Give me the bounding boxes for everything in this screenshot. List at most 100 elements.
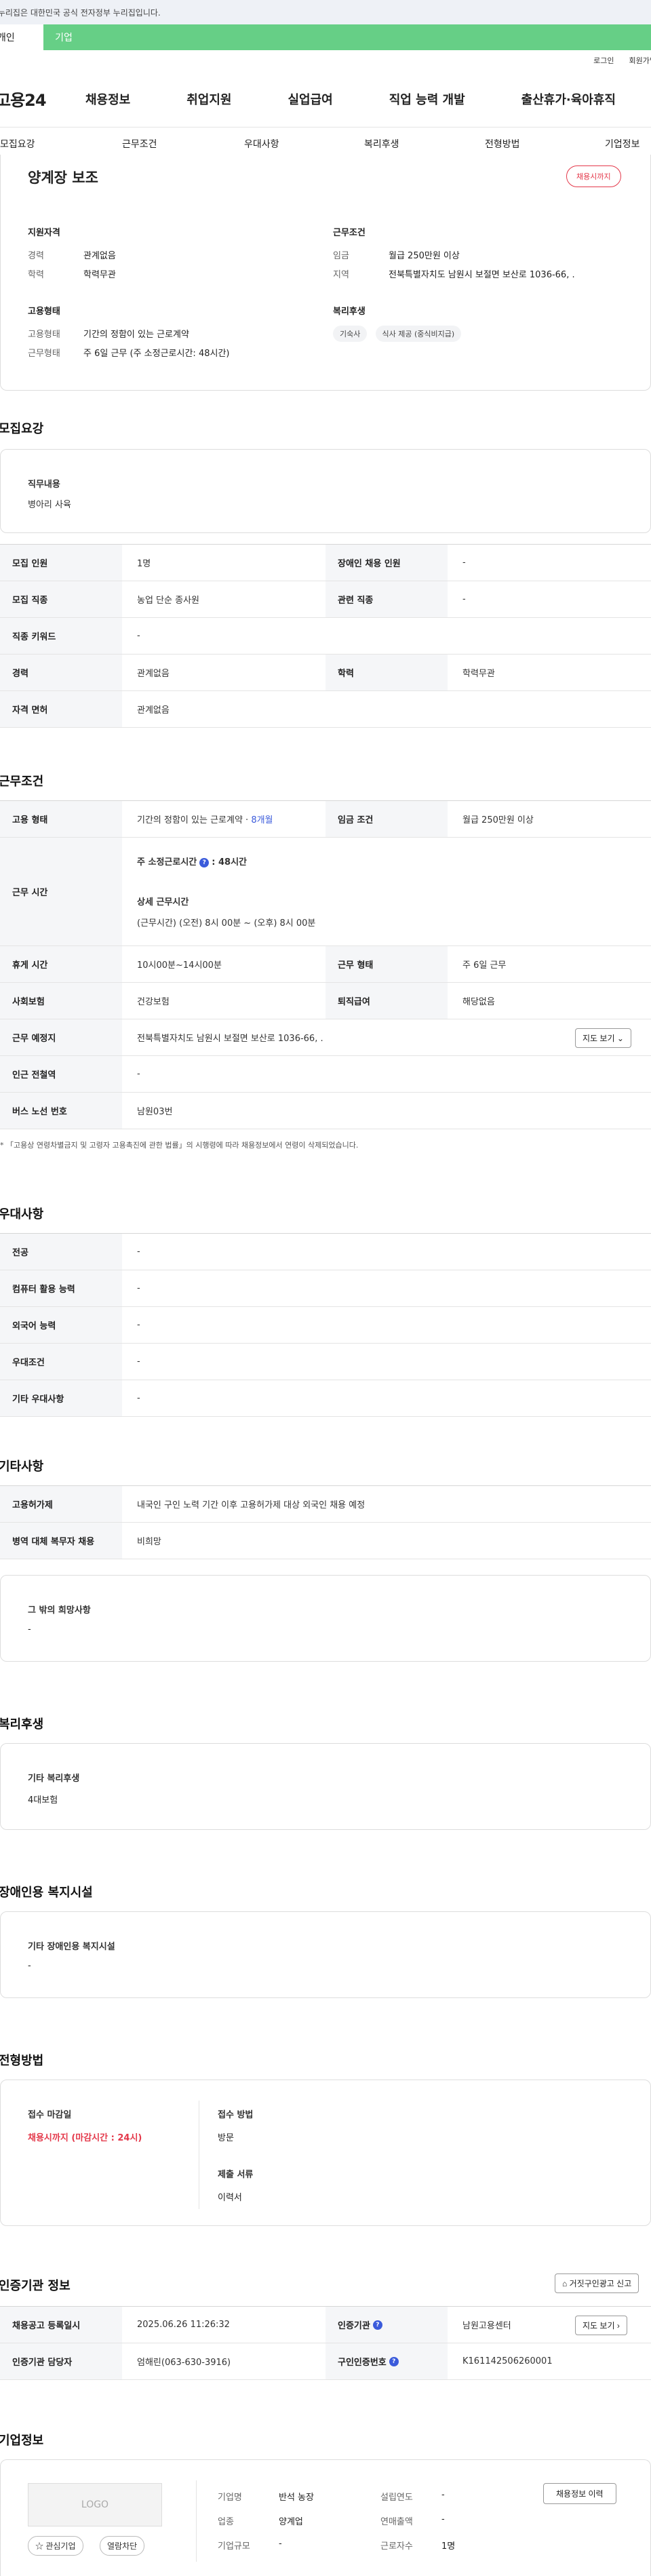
- nav-item-skill-development[interactable]: 직업 능력 개발: [389, 90, 465, 108]
- util-links: 로그인 회원가입: [0, 50, 651, 71]
- duty-card: 직무내용 병아리 사육: [0, 449, 651, 533]
- company-title: 기업정보: [0, 2434, 44, 2448]
- age-notice: * 「고용상 연령차별금지 및 고령자 고용촉진에 관한 법률」의 시행령에 따…: [0, 1141, 359, 1150]
- conditions-row-wage: 임금 월급 250만원 이상: [333, 251, 460, 261]
- docs-value: 이력서: [218, 2193, 242, 2203]
- welfare-heading: 복리후생: [333, 307, 366, 317]
- table-row: 채용공고 등록일시 2025.06.26 11:26:32 인증기관? 남원고용…: [0, 2307, 651, 2343]
- table-row: 사회보험 건강보험 퇴직급여 해당없음: [0, 983, 651, 1019]
- duty-heading: 직무내용: [28, 480, 60, 490]
- company-row: 업종 양계업: [218, 2517, 303, 2527]
- main-nav: 고용24 채용정보 취업지원 실업급여 직업 능력 개발 출산휴가·육아휴직: [0, 71, 651, 128]
- table-row: 인근 전철역 -: [0, 1056, 651, 1093]
- job-history-button[interactable]: 채용정보 이력: [543, 2483, 616, 2504]
- docs-heading: 제출 서류: [218, 2170, 254, 2180]
- map-button[interactable]: 지도 보기 ⌄: [575, 1028, 631, 1048]
- employment-row-shift: 근무형태 주 6일 근무 (주 소정근로시간: 48시간): [28, 349, 230, 359]
- qualification-row-education: 학력 학력무관: [28, 270, 116, 280]
- table-row: 경력 관계없음 학력 학력무관: [0, 655, 651, 691]
- main-nav-items: 채용정보 취업지원 실업급여 직업 능력 개발 출산휴가·육아휴직: [85, 90, 616, 108]
- info-icon[interactable]: ?: [199, 857, 210, 867]
- company-row: 기업명 반석 농장: [218, 2493, 314, 2503]
- wish-value: -: [28, 1624, 31, 1635]
- report-button[interactable]: ⌂ 거짓구인광고 신고: [555, 2273, 639, 2293]
- method-value: 방문: [218, 2133, 234, 2143]
- tab-company[interactable]: 기업: [43, 24, 84, 50]
- company-row: 기업규모 -: [218, 2539, 282, 2552]
- section-nav-selection[interactable]: 전형방법: [485, 137, 520, 151]
- disability-value: -: [28, 1961, 31, 1971]
- recruit-title: 모집요강: [0, 422, 44, 436]
- duty-text: 병아리 사육: [28, 500, 71, 510]
- welfare-chip: 기숙사: [333, 326, 368, 342]
- site-logo[interactable]: 고용24: [0, 87, 47, 111]
- table-row: 우대조건 -: [0, 1344, 651, 1380]
- wish-card: 그 밖의 희망사항 -: [0, 1575, 651, 1662]
- employment-row-type: 고용형태 기간의 정함이 있는 근로계약: [28, 330, 189, 340]
- interest-button[interactable]: ☆ 관심기업: [28, 2536, 83, 2556]
- disability-heading: 기타 장애인용 복지시설: [28, 1942, 115, 1952]
- info-icon[interactable]: ?: [389, 2356, 399, 2366]
- employment-heading: 고용형태: [28, 307, 60, 317]
- company-divider: [196, 2480, 197, 2562]
- deadline-heading: 접수 마감일: [28, 2110, 72, 2120]
- qualification-heading: 지원자격: [28, 228, 60, 238]
- nav-item-unemployment-benefit[interactable]: 실업급여: [288, 90, 333, 108]
- company-row: 연매출액 -: [380, 2514, 445, 2527]
- login-link[interactable]: 로그인: [593, 55, 614, 66]
- cert-table: 채용공고 등록일시 2025.06.26 11:26:32 인증기관? 남원고용…: [0, 2306, 651, 2380]
- preference-title: 우대사항: [0, 1207, 44, 1222]
- benefits-value: 4대보험: [28, 1795, 58, 1806]
- qualification-row-career: 경력 관계없음: [28, 251, 116, 261]
- section-nav-company[interactable]: 기업정보: [605, 137, 640, 151]
- nav-item-jobs[interactable]: 채용정보: [85, 90, 130, 108]
- table-row: 모집 직종 농업 단순 종사원 관련 직종 -: [0, 581, 651, 618]
- table-row: 직종 키워드 -: [0, 618, 651, 655]
- table-row: 기타 우대사항 -: [0, 1380, 651, 1417]
- conditions-row-region: 지역 전북특별자치도 남원시 보절면 보산로 1036-66, .: [333, 270, 575, 280]
- gov-banner-text: 이 누리집은 대한민국 공식 전자정부 누리집입니다.: [0, 7, 161, 18]
- benefits-card: 기타 복리후생 4대보험: [0, 1743, 651, 1830]
- signup-link[interactable]: 회원가입: [629, 55, 651, 66]
- hide-button[interactable]: 열람차단: [100, 2536, 145, 2556]
- table-row: 근무 시간 주 소정근로시간?: 48시간 상세 근무시간 (근무시간) (오전…: [0, 838, 651, 946]
- section-nav-benefits[interactable]: 복리후생: [364, 137, 399, 151]
- benefits-heading: 기타 복리후생: [28, 1774, 80, 1784]
- deadline-value: 채용시까지 (마감시간 : 24시): [28, 2133, 142, 2143]
- table-row: 자격 면허 관계없음: [0, 691, 651, 728]
- wish-heading: 그 밖의 희망사항: [28, 1605, 91, 1616]
- page: 이 누리집은 대한민국 공식 전자정부 누리집입니다. 개인 기업 로그인 회원…: [0, 0, 651, 2576]
- agency-map-button[interactable]: 지도 보기 ›: [575, 2316, 627, 2335]
- section-nav-preference[interactable]: 우대사항: [244, 137, 279, 151]
- other-table: 고용허가제 내국인 구인 노력 기간 이후 고용허가제 대상 외국인 채용 예정 …: [0, 1485, 651, 1559]
- benefits-title: 복리후생: [0, 1717, 44, 1732]
- gov-banner: 이 누리집은 대한민국 공식 전자정부 누리집입니다.: [0, 0, 651, 24]
- company-row: 설립연도 -: [380, 2490, 445, 2503]
- table-row: 근무 예정지 전북특별자치도 남원시 보절면 보산로 1036-66, . 지도…: [0, 1019, 651, 1056]
- cert-title: 인증기관 정보: [0, 2279, 71, 2293]
- tabs-fill: [84, 24, 651, 50]
- selection-title: 전형방법: [0, 2054, 44, 2068]
- table-row: 버스 노선 번호 남원03번: [0, 1093, 651, 1129]
- nav-item-parental-leave[interactable]: 출산휴가·육아휴직: [521, 90, 616, 108]
- selection-card: 접수 마감일 채용시까지 (마감시간 : 24시) 접수 방법 방문 제출 서류…: [0, 2080, 651, 2226]
- recruit-table: 모집 인원 1명 장애인 채용 인원 - 모집 직종 농업 단순 종사원 관련 …: [0, 544, 651, 728]
- welfare-chips: 기숙사 식사 제공 (중식비지급): [333, 326, 467, 342]
- welfare-chip: 식사 제공 (중식비지급): [375, 326, 462, 342]
- table-row: 고용 형태 기간의 정함이 있는 근로계약 · 8개월 임금 조건 월급 250…: [0, 801, 651, 838]
- section-nav-work[interactable]: 근무조건: [122, 137, 157, 151]
- tab-personal[interactable]: 개인: [0, 24, 43, 50]
- job-summary-card: 양계장 보조 채용시까지 지원자격 경력 관계없음 학력 학력무관 근무조건 임…: [0, 155, 651, 391]
- company-row: 근로자수 1명: [380, 2541, 456, 2552]
- table-row: 외국어 능력 -: [0, 1307, 651, 1344]
- home-icon: ⌂: [562, 2279, 568, 2288]
- info-icon[interactable]: ?: [372, 2320, 382, 2330]
- table-row: 전공 -: [0, 1234, 651, 1270]
- nav-item-employment-support[interactable]: 취업지원: [186, 90, 231, 108]
- table-row: 휴게 시간 10시00분~14시00분 근무 형태 주 6일 근무: [0, 946, 651, 983]
- disability-card: 기타 장애인용 복지시설 -: [0, 1911, 651, 1998]
- work-table: 고용 형태 기간의 정함이 있는 근로계약 · 8개월 임금 조건 월급 250…: [0, 800, 651, 1129]
- section-nav-recruit[interactable]: 모집요강: [0, 137, 35, 151]
- table-row: 인증기관 담당자 엄해린(063-630-3916) 구인인증번호? K1611…: [0, 2343, 651, 2380]
- status-badge: 채용시까지: [566, 165, 621, 187]
